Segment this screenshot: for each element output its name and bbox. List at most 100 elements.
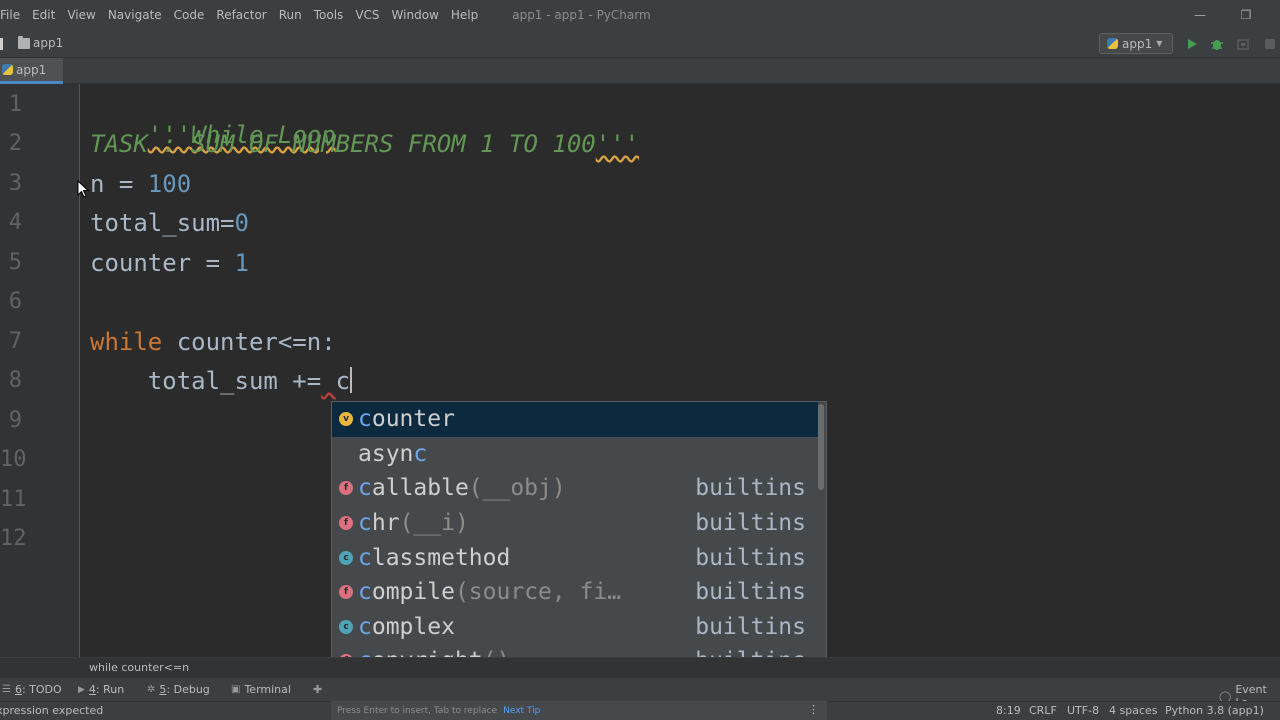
python-file-icon bbox=[2, 64, 13, 75]
completion-item-counter[interactable]: v counter bbox=[332, 402, 818, 437]
line-number: 7 bbox=[8, 329, 22, 354]
tab-label: app1 bbox=[16, 62, 47, 77]
docstring-close: ''' bbox=[595, 130, 640, 158]
assignment: counter = bbox=[90, 249, 235, 277]
docstring-body: TASK : SUM OF NUMBERS FROM 1 TO 100 bbox=[90, 130, 596, 158]
todo-num: 6 bbox=[14, 683, 22, 696]
terminal-tool-button[interactable]: ▣ Terminal bbox=[231, 683, 291, 696]
menu-navigate[interactable]: Navigate bbox=[102, 0, 168, 30]
augmented-assignment: total_sum += bbox=[147, 367, 322, 395]
code-line-2: TASK : SUM OF NUMBERS FROM 1 TO 100''' bbox=[90, 129, 639, 159]
number-literal: 0 bbox=[234, 209, 249, 237]
run-label: : Run bbox=[95, 683, 125, 696]
completion-match: c bbox=[358, 544, 372, 571]
line-number: 4 bbox=[8, 210, 22, 235]
completion-item-complex[interactable]: c complex builtins bbox=[332, 610, 818, 645]
menu-file[interactable]: File bbox=[0, 0, 26, 30]
code-line-5: counter = 1 bbox=[90, 248, 249, 278]
terminal-label: Terminal bbox=[244, 683, 291, 696]
error-marker bbox=[321, 367, 335, 395]
run-configuration-label: app1 bbox=[1122, 36, 1153, 51]
line-number-gutter: 1 2 3 4 5 6 7 8 9 10 11 12 bbox=[0, 84, 80, 657]
run-configuration-select[interactable]: app1 ▼ bbox=[1099, 33, 1173, 54]
menu-run[interactable]: Run bbox=[273, 0, 308, 30]
while-condition: counter<=n: bbox=[162, 328, 336, 356]
keyword-while: while bbox=[90, 328, 163, 356]
line-number: 11 bbox=[0, 487, 27, 512]
coverage-icon[interactable] bbox=[1235, 36, 1251, 52]
breadcrumb-project[interactable]: app1 bbox=[18, 35, 63, 50]
line-separator[interactable]: CRLF bbox=[1029, 704, 1057, 717]
completion-source: builtins bbox=[695, 510, 806, 537]
menu-tools[interactable]: Tools bbox=[308, 0, 350, 30]
todo-tool-button[interactable]: ☰ 6: TODO bbox=[2, 683, 62, 696]
tab-app1[interactable]: app1 bbox=[0, 58, 63, 84]
editor-breadcrumb[interactable]: while counter<=n bbox=[89, 661, 189, 674]
debug-icon[interactable] bbox=[1209, 36, 1225, 52]
menu-help[interactable]: Help bbox=[445, 0, 484, 30]
completion-scrollbar[interactable] bbox=[818, 404, 824, 490]
status-message: xpression expected bbox=[0, 704, 104, 717]
completion-item-callable[interactable]: f callable (__obj) builtins bbox=[332, 471, 818, 506]
line-number: 10 bbox=[0, 447, 27, 472]
class-icon: c bbox=[339, 619, 353, 634]
bug-icon: ✲ bbox=[147, 684, 156, 695]
completion-source: builtins bbox=[695, 613, 806, 640]
indent-setting[interactable]: 4 spaces bbox=[1109, 704, 1158, 717]
completion-name: omplex bbox=[371, 613, 455, 640]
completion-name: asyn bbox=[358, 440, 414, 467]
tool-window-bar: ☰ 6: TODO ▶ 4: Run ✲ 5: Debug ▣ Terminal… bbox=[0, 677, 1280, 709]
editor-tab-bar: app1 bbox=[0, 58, 1280, 84]
run-tool-button[interactable]: ▶ 4: Run bbox=[78, 683, 124, 696]
completion-match: c bbox=[358, 579, 372, 606]
completion-match: c bbox=[358, 613, 372, 640]
python-icon bbox=[1107, 38, 1118, 49]
completion-item-async[interactable]: async bbox=[332, 437, 818, 472]
completion-hint-bar: Press Enter to insert, Tab to replace Ne… bbox=[331, 701, 827, 720]
menu-edit[interactable]: Edit bbox=[26, 0, 61, 30]
next-tip-link[interactable]: Next Tip bbox=[503, 706, 540, 716]
caret-position[interactable]: 8:19 bbox=[996, 704, 1021, 717]
restore-button[interactable]: ❐ bbox=[1223, 0, 1269, 30]
code-completion-popup[interactable]: v counter async f callable (__obj) builti… bbox=[331, 401, 827, 699]
menu-window[interactable]: Window bbox=[386, 0, 445, 30]
minimize-button[interactable]: — bbox=[1177, 0, 1223, 30]
completion-match: c bbox=[358, 406, 372, 433]
panel-edge-marker bbox=[0, 38, 3, 50]
menu-vcs[interactable]: VCS bbox=[349, 0, 385, 30]
completion-item-compile[interactable]: f compile (source, fi… builtins bbox=[332, 575, 818, 610]
completion-args: (source, fi… bbox=[454, 579, 622, 606]
completion-args: (__i) bbox=[399, 510, 469, 537]
more-options-icon[interactable]: ⋮ bbox=[808, 703, 819, 716]
menu-view[interactable]: View bbox=[61, 0, 101, 30]
debug-label: : Debug bbox=[166, 683, 210, 696]
debug-tool-button[interactable]: ✲ 5: Debug bbox=[147, 683, 210, 696]
function-icon: f bbox=[339, 516, 353, 531]
list-icon: ☰ bbox=[2, 684, 11, 695]
typed-prefix: c bbox=[335, 367, 351, 395]
text-caret bbox=[350, 367, 353, 393]
run-icon[interactable] bbox=[1184, 36, 1200, 52]
completion-source: builtins bbox=[695, 579, 806, 606]
menu-bar: File Edit View Navigate Code Refactor Ru… bbox=[0, 0, 1280, 30]
python-interpreter[interactable]: Python 3.8 (app1) bbox=[1165, 704, 1264, 717]
completion-source: builtins bbox=[695, 544, 806, 571]
menu-code[interactable]: Code bbox=[168, 0, 211, 30]
assignment: n = bbox=[90, 170, 148, 198]
completion-args: (__obj) bbox=[468, 475, 566, 502]
line-number: 6 bbox=[8, 289, 22, 314]
completion-source: builtins bbox=[695, 475, 806, 502]
line-number: 5 bbox=[8, 250, 22, 275]
todo-label: : TODO bbox=[21, 683, 62, 696]
mouse-pointer-icon bbox=[77, 180, 89, 198]
menu-refactor[interactable]: Refactor bbox=[210, 0, 272, 30]
line-number: 12 bbox=[0, 526, 27, 551]
window-title: app1 - app1 - PyCharm bbox=[512, 8, 651, 22]
stop-icon[interactable] bbox=[1262, 36, 1278, 52]
completion-item-classmethod[interactable]: c classmethod builtins bbox=[332, 540, 818, 575]
python-console-tool-button[interactable]: ✚ bbox=[313, 683, 322, 696]
file-encoding[interactable]: UTF-8 bbox=[1067, 704, 1099, 717]
completion-hint: Press Enter to insert, Tab to replace bbox=[337, 705, 498, 716]
completion-item-chr[interactable]: f chr (__i) builtins bbox=[332, 506, 818, 541]
